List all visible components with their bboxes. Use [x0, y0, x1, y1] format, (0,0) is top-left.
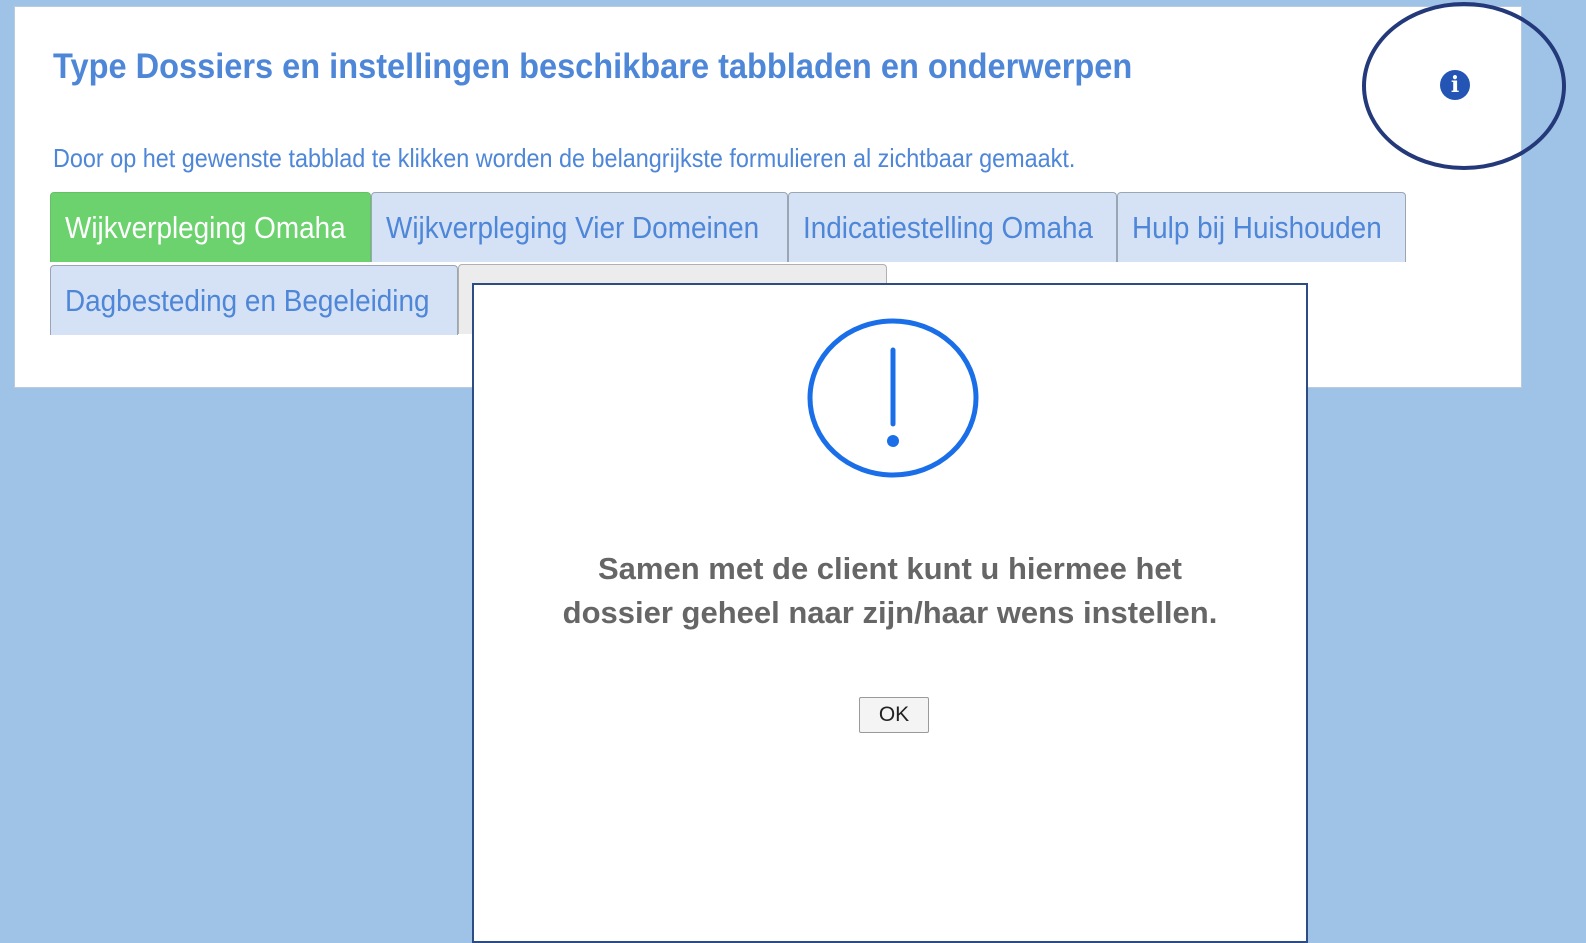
tab-label: Wijkverpleging Vier Domeinen — [386, 210, 760, 245]
tab-indicatiestelling-omaha[interactable]: Indicatiestelling Omaha — [788, 192, 1117, 262]
tab-label: Dagbesteding en Begeleiding — [65, 283, 430, 318]
tab-wijkverpleging-vier-domeinen[interactable]: Wijkverpleging Vier Domeinen — [371, 192, 788, 262]
tab-label: Indicatiestelling Omaha — [803, 210, 1094, 245]
tab-label: Hulp bij Huishouden — [1132, 210, 1382, 245]
exclamation-circle-icon — [807, 318, 979, 478]
tab-dagbesteding-en-begeleiding[interactable]: Dagbesteding en Begeleiding — [50, 265, 458, 335]
info-icon[interactable]: i — [1440, 70, 1470, 100]
ok-button[interactable]: OK — [859, 697, 929, 733]
dialog-message-line: dossier geheel naar zijn/haar wens inste… — [562, 595, 1218, 630]
page-title: Type Dossiers en instellingen beschikbar… — [53, 47, 1133, 86]
tab-hulp-bij-huishouden[interactable]: Hulp bij Huishouden — [1117, 192, 1406, 262]
dialog-message-line: Samen met de client kunt u hiermee het — [598, 551, 1182, 586]
tab-wijkverpleging-omaha[interactable]: Wijkverpleging Omaha — [50, 192, 371, 262]
tab-label: Wijkverpleging Omaha — [65, 210, 346, 245]
alert-dialog: Samen met de client kunt u hiermee het d… — [472, 283, 1308, 943]
intro-text: Door op het gewenste tabblad te klikken … — [53, 143, 1076, 173]
dialog-message: Samen met de client kunt u hiermee het d… — [494, 547, 1286, 635]
